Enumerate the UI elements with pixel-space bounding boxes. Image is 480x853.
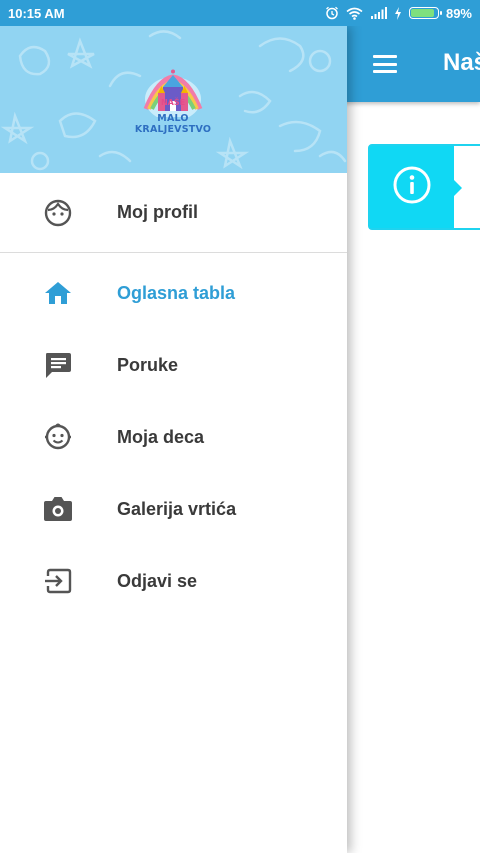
- app-logo: NAŠE MALO KRALJEVSTVO: [118, 69, 228, 135]
- drawer-item-label: Galerija vrtića: [117, 499, 237, 519]
- hamburger-menu-icon[interactable]: [370, 26, 400, 102]
- info-icon-box: [370, 146, 454, 228]
- info-card[interactable]: [368, 144, 480, 230]
- status-icons: 89%: [325, 6, 472, 21]
- battery-icon: [408, 7, 442, 19]
- battery-percent: 89%: [445, 5, 472, 21]
- alarm-icon: [325, 6, 339, 20]
- drawer-item-label: Odjavi se: [117, 571, 198, 591]
- drawer-item-poruke[interactable]: Poruke: [0, 329, 347, 401]
- drawer-item-galerija[interactable]: Galerija vrtića: [0, 473, 347, 545]
- info-pointer: [454, 180, 462, 196]
- info-icon: [392, 165, 432, 210]
- camera-icon: [42, 493, 74, 525]
- drawer-item-label: Poruke: [117, 355, 179, 375]
- child-face-icon: [42, 421, 74, 453]
- castle-icon: [143, 69, 203, 121]
- charging-icon: [394, 6, 402, 20]
- status-time: 10:15 AM: [8, 5, 65, 21]
- face-icon: [42, 197, 74, 229]
- navigation-drawer: NAŠE MALO KRALJEVSTVO Moj profil Oglasna…: [0, 26, 347, 853]
- signal-icon: [370, 7, 387, 19]
- drawer-item-profile[interactable]: Moj profil: [0, 173, 347, 253]
- logout-icon: [42, 565, 74, 597]
- drawer-item-odjavi-se[interactable]: Odjavi se: [0, 545, 347, 617]
- drawer-item-oglasna-tabla[interactable]: Oglasna tabla: [0, 257, 347, 329]
- profile-label: Moj profil: [117, 202, 198, 222]
- home-icon: [42, 277, 74, 309]
- drawer-item-label: Oglasna tabla: [117, 283, 236, 303]
- wifi-icon: [346, 7, 363, 20]
- drawer-item-moja-deca[interactable]: Moja deca: [0, 401, 347, 473]
- logo-text-line1: NAŠE: [160, 98, 186, 107]
- page-title: Naš: [443, 49, 480, 76]
- drawer-item-label: Moja deca: [117, 427, 205, 447]
- drawer-header: NAŠE MALO KRALJEVSTVO: [0, 26, 347, 173]
- status-bar: 10:15 AM 89%: [0, 0, 480, 26]
- message-icon: [42, 349, 74, 381]
- logo-text-line2: MALO KRALJEVSTVO: [134, 113, 212, 135]
